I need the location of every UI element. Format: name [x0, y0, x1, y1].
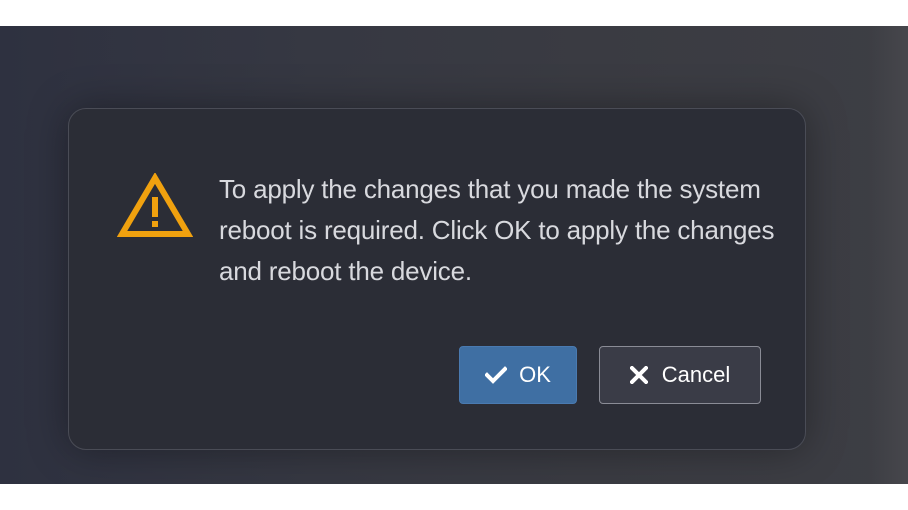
cancel-button-label: Cancel: [661, 362, 731, 387]
ok-button[interactable]: OK: [459, 346, 577, 404]
close-icon: [629, 366, 648, 384]
ok-button-label: OK: [519, 362, 551, 387]
checkmark-icon: [485, 366, 508, 384]
warning-triangle-icon: [116, 172, 194, 239]
reboot-confirm-dialog: To apply the changes that you made the s…: [68, 108, 806, 450]
screen-backdrop: To apply the changes that you made the s…: [0, 26, 908, 484]
cancel-button[interactable]: Cancel: [599, 346, 761, 404]
dialog-message: To apply the changes that you made the s…: [219, 174, 775, 286]
